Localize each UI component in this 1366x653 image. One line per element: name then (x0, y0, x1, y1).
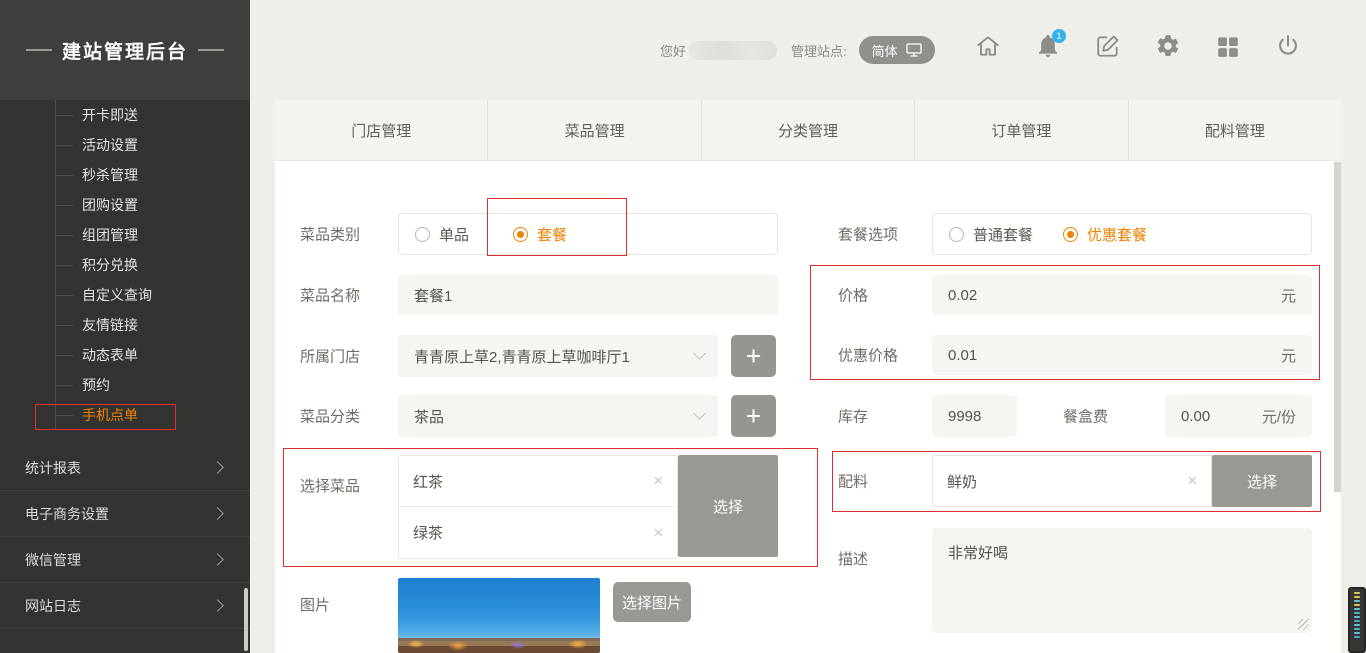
radio-circle-icon (1063, 227, 1078, 242)
box-fee-value: 0.00 (1181, 408, 1210, 425)
combo-option-group: 普通套餐 优惠套餐 (932, 213, 1312, 255)
price-label: 价格 (838, 285, 868, 306)
sidebar: 建站管理后台 开卡即送 活动设置 秒杀管理 团购设置 组团管理 积分兑换 自定义… (0, 0, 250, 653)
radio-circle-icon (949, 227, 964, 242)
content-scrollbar-thumb[interactable] (1334, 162, 1341, 492)
title-dash-left (26, 49, 52, 51)
topbar: 您好 管理站点: 简体 (660, 30, 935, 70)
app-title: 建站管理后台 (62, 37, 188, 64)
stock-boxfee-row: 库存 9998 餐盒费 0.00 元/份 (275, 395, 1341, 437)
edit-icon[interactable] (1095, 33, 1121, 59)
sidebar-section-ecommerce[interactable]: 电子商务设置 (0, 491, 250, 537)
image-row: 图片 选择图片 (275, 578, 1341, 653)
sidebar-item-card-gift[interactable]: 开卡即送 (56, 100, 152, 130)
sidebar-sections: 统计报表 电子商务设置 微信管理 网站日志 (0, 445, 250, 629)
greeting: 您好 管理站点: 简体 (660, 36, 935, 64)
home-icon[interactable] (975, 33, 1001, 59)
section-label: 统计报表 (25, 458, 81, 478)
discount-price-row: 优惠价格 0.01 元 (275, 335, 1341, 375)
radio-label: 普通套餐 (973, 224, 1033, 245)
sidebar-section-wechat[interactable]: 微信管理 (0, 537, 250, 583)
dish-photo-thumbnail[interactable] (398, 578, 600, 653)
discount-price-label: 优惠价格 (838, 345, 898, 366)
main-card: 门店管理 菜品管理 分类管理 订单管理 配料管理 菜品类别 单品 套餐 (275, 100, 1341, 653)
sidebar-item-group-manage[interactable]: 组团管理 (56, 220, 152, 250)
select-image-button[interactable]: 选择图片 (613, 582, 691, 622)
button-label: 选择图片 (622, 592, 682, 613)
chevron-right-icon (211, 461, 224, 474)
stock-input[interactable]: 9998 (932, 395, 1017, 437)
button-label: 选择 (1247, 471, 1277, 492)
sidebar-section-site-log[interactable]: 网站日志 (0, 583, 250, 629)
redacted-username (689, 41, 777, 60)
price-unit: 元 (1281, 285, 1296, 306)
ingredient-value: 鲜奶 (947, 471, 977, 492)
clear-icon[interactable] (1187, 471, 1197, 491)
site-label: 管理站点: (791, 41, 847, 60)
discount-price-input[interactable]: 0.01 元 (932, 335, 1312, 375)
topbar-icons: 1 (975, 33, 1301, 59)
box-fee-label: 餐盒费 (1063, 406, 1108, 427)
section-label: 电子商务设置 (25, 504, 109, 524)
combo-option-label: 套餐选项 (838, 224, 898, 245)
greeting-text: 您好 (660, 41, 686, 60)
minimap-widget[interactable] (1348, 587, 1366, 653)
stock-value: 9998 (948, 408, 981, 425)
language-label: 简体 (872, 41, 898, 60)
radio-label: 优惠套餐 (1087, 224, 1147, 245)
language-site-button[interactable]: 简体 (859, 36, 935, 64)
monitor-icon (906, 43, 922, 57)
price-value: 0.02 (948, 287, 977, 304)
section-label: 网站日志 (25, 596, 81, 616)
bell-icon[interactable]: 1 (1035, 33, 1061, 59)
apps-grid-icon[interactable] (1215, 33, 1241, 59)
sidebar-item-friend-links[interactable]: 友情链接 (56, 310, 152, 340)
dish-form: 菜品类别 单品 套餐 套餐选项 (275, 100, 1341, 653)
combo-option-row: 套餐选项 普通套餐 优惠套餐 (275, 213, 1341, 255)
sidebar-item-points-exchange[interactable]: 积分兑换 (56, 250, 152, 280)
description-label: 描述 (838, 548, 868, 569)
notification-badge: 1 (1052, 29, 1066, 43)
radio-discount-combo[interactable]: 优惠套餐 (1063, 224, 1147, 245)
image-label: 图片 (300, 594, 330, 615)
power-icon[interactable] (1275, 33, 1301, 59)
box-fee-unit: 元/份 (1262, 406, 1296, 427)
ingredient-label: 配料 (838, 471, 868, 492)
sidebar-tree: 开卡即送 活动设置 秒杀管理 团购设置 组团管理 积分兑换 自定义查询 友情链接… (55, 100, 152, 430)
sidebar-item-mobile-order[interactable]: 手机点单 (56, 400, 152, 430)
ingredient-row: 配料 鲜奶 选择 (275, 455, 1341, 507)
discount-price-value: 0.01 (948, 347, 977, 364)
stock-label: 库存 (838, 406, 868, 427)
price-input[interactable]: 0.02 元 (932, 275, 1312, 315)
radio-normal-combo[interactable]: 普通套餐 (949, 224, 1033, 245)
section-label: 微信管理 (25, 550, 81, 570)
page: 建站管理后台 开卡即送 活动设置 秒杀管理 团购设置 组团管理 积分兑换 自定义… (0, 0, 1366, 653)
description-value: 非常好喝 (948, 545, 1008, 562)
title-dash-right (198, 49, 224, 51)
ingredient-input[interactable]: 鲜奶 (932, 455, 1212, 507)
sidebar-item-dynamic-form[interactable]: 动态表单 (56, 340, 152, 370)
sidebar-header: 建站管理后台 (0, 0, 250, 100)
sidebar-item-activity-settings[interactable]: 活动设置 (56, 130, 152, 160)
sidebar-section-statistics[interactable]: 统计报表 (0, 445, 250, 491)
gear-icon[interactable] (1155, 33, 1181, 59)
sidebar-item-seckill[interactable]: 秒杀管理 (56, 160, 152, 190)
discount-price-unit: 元 (1281, 345, 1296, 366)
chevron-right-icon (211, 507, 224, 520)
chevron-right-icon (211, 599, 224, 612)
sidebar-item-reservation[interactable]: 预约 (56, 370, 152, 400)
sidebar-scrollbar-thumb[interactable] (244, 588, 248, 651)
price-row: 价格 0.02 元 (275, 275, 1341, 315)
select-ingredient-button[interactable]: 选择 (1212, 455, 1312, 507)
chevron-right-icon (211, 553, 224, 566)
box-fee-input[interactable]: 0.00 元/份 (1165, 395, 1312, 437)
sidebar-item-custom-query[interactable]: 自定义查询 (56, 280, 152, 310)
sidebar-item-groupbuy-settings[interactable]: 团购设置 (56, 190, 152, 220)
